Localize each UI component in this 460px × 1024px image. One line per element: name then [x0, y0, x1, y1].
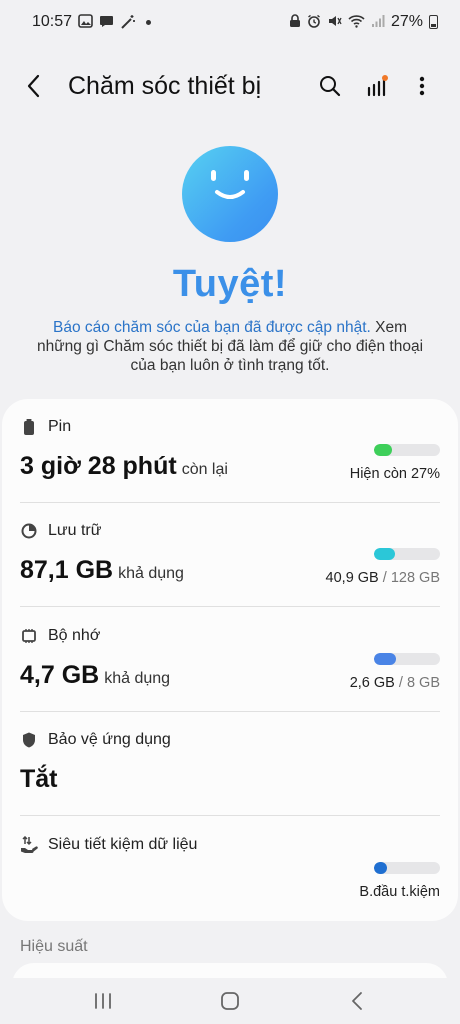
- performance-section-label: Hiệu suất: [20, 938, 88, 955]
- storage-stat: 40,9 GB / 128 GB: [326, 570, 440, 586]
- app-protection-status: Tắt: [20, 765, 58, 793]
- memory-stat: 2,6 GB / 8 GB: [350, 675, 440, 691]
- data-saver-progress-fill: [374, 862, 388, 874]
- app-protection-value: Tắt: [20, 765, 58, 794]
- device-care-card: Pin 3 giờ 28 phút còn lại Hiện còn 27% L…: [2, 399, 458, 921]
- navigation-bar: [0, 978, 460, 1024]
- data-saver-row[interactable]: Siêu tiết kiệm dữ liệu B.đầu t.kiệm: [20, 817, 440, 921]
- storage-total: / 128 GB: [378, 570, 440, 586]
- data-saver-stat[interactable]: B.đầu t.kiệm: [359, 884, 440, 900]
- battery-progress-bar: [374, 444, 440, 456]
- status-right: 27%: [289, 13, 438, 31]
- magic-wand-icon: [120, 14, 136, 31]
- data-saver-icon: [20, 836, 38, 854]
- battery-progress-fill: [374, 444, 392, 456]
- search-icon: [320, 76, 341, 97]
- battery-label-text: Pin: [48, 418, 72, 435]
- storage-value: 87,1 GB khả dụng: [20, 556, 184, 585]
- storage-progress-bar: [374, 548, 440, 560]
- app-protection-label-text: Bảo vệ ứng dụng: [48, 731, 171, 748]
- report-link[interactable]: Báo cáo chăm sóc của bạn đã được cập nhậ…: [53, 319, 371, 336]
- wifi-icon: [348, 14, 365, 30]
- status-description: Báo cáo chăm sóc của bạn đã được cập nhậ…: [30, 318, 430, 375]
- diagnostics-button[interactable]: [362, 68, 390, 104]
- home-button[interactable]: [200, 981, 260, 1021]
- memory-chip-icon: [20, 627, 38, 645]
- status-time: 10:57: [32, 13, 73, 30]
- storage-used: 40,9 GB: [325, 570, 379, 586]
- memory-label: Bộ nhớ: [20, 627, 100, 645]
- home-icon: [221, 992, 239, 1010]
- notification-dot: [382, 75, 388, 81]
- memory-progress-bar: [374, 653, 440, 665]
- smiley-face-icon: [182, 146, 278, 242]
- battery-row[interactable]: Pin 3 giờ 28 phút còn lại Hiện còn 27%: [20, 399, 440, 503]
- battery-percent: 27%: [390, 13, 423, 30]
- memory-available: 4,7 GB: [20, 661, 100, 689]
- memory-value: 4,7 GB khả dụng: [20, 661, 170, 690]
- battery-unit: còn lại: [181, 461, 228, 478]
- alarm-icon: [307, 14, 321, 30]
- mute-icon: [327, 14, 342, 30]
- storage-pie-icon: [20, 522, 38, 540]
- shield-icon: [20, 731, 38, 749]
- memory-row[interactable]: Bộ nhớ 4,7 GB khả dụng 2,6 GB / 8 GB: [20, 608, 440, 712]
- battery-value: 3 giờ 28 phút còn lại: [20, 452, 228, 481]
- battery-stat-value: Hiện còn 27%: [349, 466, 440, 482]
- data-saver-label: Siêu tiết kiệm dữ liệu: [20, 836, 197, 854]
- gallery-notification-icon: [78, 14, 93, 30]
- recent-apps-button[interactable]: [73, 981, 133, 1021]
- battery-icon: [20, 418, 38, 436]
- storage-available: 87,1 GB: [20, 556, 114, 584]
- page-title: Chăm sóc thiết bị: [68, 71, 262, 100]
- app-bar: Chăm sóc thiết bị: [0, 58, 460, 114]
- signal-icon: [371, 14, 385, 30]
- battery-stat: Hiện còn 27%: [350, 466, 440, 482]
- search-button[interactable]: [316, 68, 344, 104]
- back-arrow-icon: [351, 992, 362, 1010]
- battery-label: Pin: [20, 418, 71, 436]
- memory-label-text: Bộ nhớ: [48, 627, 101, 644]
- chevron-left-icon: [27, 74, 40, 98]
- battery-time-remaining: 3 giờ 28 phút: [20, 452, 177, 480]
- lock-icon: [289, 14, 301, 30]
- storage-progress-fill: [374, 548, 396, 560]
- storage-unit: khả dụng: [118, 565, 184, 582]
- memory-unit: khả dụng: [104, 670, 171, 687]
- more-vertical-icon: [419, 76, 425, 96]
- status-bar: 10:57 27%: [0, 0, 460, 44]
- app-protection-label: Bảo vệ ứng dụng: [20, 731, 171, 749]
- memory-used: 2,6 GB: [349, 675, 395, 691]
- nav-back-button[interactable]: [327, 981, 387, 1021]
- status-left: 10:57: [32, 13, 152, 31]
- memory-progress-fill: [374, 653, 396, 665]
- message-notification-icon: [99, 14, 114, 30]
- data-saver-label-text: Siêu tiết kiệm dữ liệu: [48, 836, 198, 853]
- app-bar-actions: [316, 68, 436, 104]
- app-protection-row[interactable]: Bảo vệ ứng dụng Tắt: [20, 712, 440, 816]
- more-notifications-dot-icon: [146, 19, 152, 25]
- battery-icon: [429, 15, 438, 29]
- status-headline: Tuyệt!: [172, 263, 288, 305]
- storage-label: Lưu trữ: [20, 522, 101, 540]
- data-saver-start-button[interactable]: B.đầu t.kiệm: [359, 884, 440, 900]
- memory-total: / 8 GB: [394, 675, 440, 691]
- data-saver-progress-bar: [374, 862, 440, 874]
- recent-apps-icon: [95, 993, 112, 1009]
- storage-label-text: Lưu trữ: [48, 522, 102, 539]
- back-button[interactable]: [26, 66, 58, 106]
- storage-row[interactable]: Lưu trữ 87,1 GB khả dụng 40,9 GB / 128 G…: [20, 503, 440, 607]
- more-options-button[interactable]: [408, 68, 436, 104]
